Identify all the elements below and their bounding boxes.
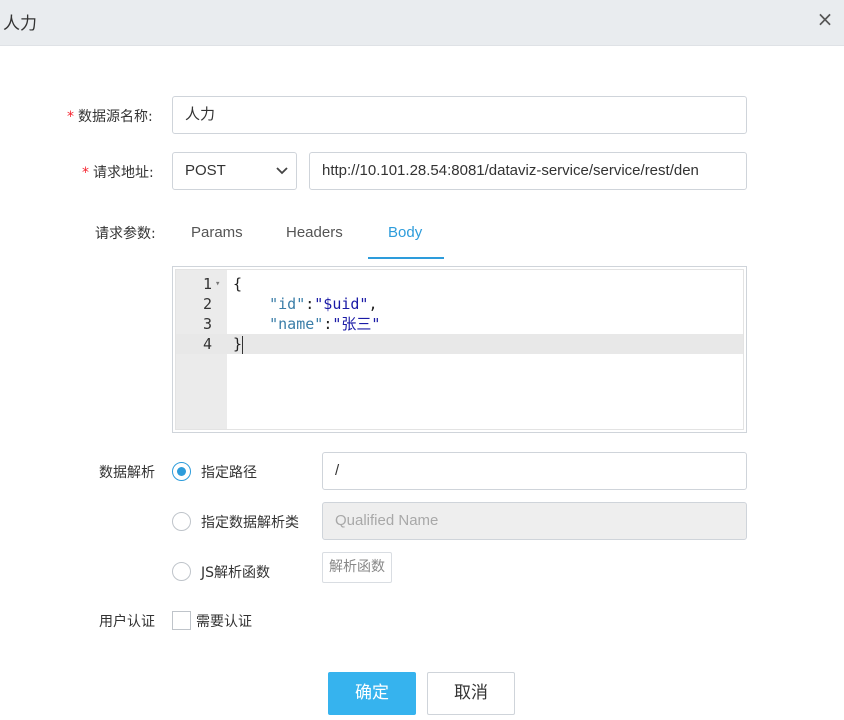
json-key: "name" [269, 315, 324, 333]
tab-params[interactable]: Params [191, 224, 243, 241]
close-icon[interactable]: × [812, 6, 838, 32]
request-url-label-text: 请求地址: [93, 165, 154, 181]
code-brace: } [233, 335, 243, 353]
required-mark: * [82, 165, 89, 181]
require-auth-label[interactable]: 需要认证 [196, 611, 252, 631]
tab-body[interactable]: Body [388, 224, 422, 241]
chevron-down-icon [276, 153, 288, 189]
path-input[interactable]: / [322, 452, 747, 490]
text-cursor [242, 335, 244, 354]
code-text: { [233, 275, 243, 293]
radio-specified-path-label[interactable]: 指定路径 [201, 462, 257, 482]
required-mark: * [67, 109, 74, 125]
parse-function-button[interactable]: 解析函数 [322, 552, 392, 583]
json-separator: : [323, 315, 333, 333]
code-line: 3 "name":"张三" [176, 314, 743, 334]
qualified-name-placeholder: Qualified Name [335, 512, 439, 529]
request-url-value: http://10.101.28.54:8081/dataviz-service… [322, 162, 699, 179]
confirm-button[interactable]: 确定 [328, 672, 416, 715]
dialog-title: 人力 [3, 14, 37, 34]
radio-parser-class[interactable] [172, 512, 191, 531]
name-label-text: 数据源名称: [78, 109, 153, 125]
parse-label: 数据解析 [99, 465, 155, 481]
request-url-input[interactable]: http://10.101.28.54:8081/dataviz-service… [309, 152, 747, 190]
fold-arrow-icon[interactable]: ▾ [215, 274, 220, 294]
line-number: 4 [202, 335, 212, 353]
cancel-button[interactable]: 取消 [427, 672, 515, 715]
method-select[interactable]: POST [172, 152, 297, 190]
line-number: 3 [202, 315, 212, 333]
require-auth-checkbox[interactable] [172, 611, 191, 630]
active-tab-indicator [368, 257, 444, 259]
params-label: 请求参数: [95, 226, 156, 242]
code-text: } [233, 334, 244, 354]
json-comma: , [368, 295, 378, 313]
line-number: 1 [202, 275, 212, 293]
name-label: * 数据源名称: [67, 106, 153, 126]
datasource-name-value: 人力 [185, 106, 216, 123]
code-line: 1 ▾ { [176, 274, 743, 294]
json-key: "id" [269, 295, 306, 313]
auth-label: 用户认证 [99, 614, 155, 630]
editor-surface[interactable]: 1 ▾ { 2 "id":"$uid", 3 "name":"张三" 4 } [175, 269, 744, 430]
code-line: 2 "id":"$uid", [176, 294, 743, 314]
json-value: "$uid" [314, 295, 369, 313]
code-line-active: 4 } [176, 334, 743, 354]
radio-specified-path[interactable] [172, 462, 191, 481]
line-number: 2 [202, 295, 212, 313]
radio-js-function-label[interactable]: JS解析函数 [201, 562, 270, 582]
datasource-name-input[interactable]: 人力 [172, 96, 747, 134]
json-value: "张三" [332, 315, 381, 333]
path-value: / [335, 462, 340, 479]
dialog-header: 人力 × [0, 0, 844, 46]
tab-headers[interactable]: Headers [286, 224, 343, 241]
radio-js-function[interactable] [172, 562, 191, 581]
code-text: "name":"张三" [233, 314, 380, 334]
json-separator: : [305, 295, 315, 313]
request-url-label: * 请求地址: [82, 162, 154, 182]
code-text: "id":"$uid", [233, 294, 378, 314]
method-value: POST [185, 162, 226, 179]
body-code-editor[interactable]: 1 ▾ { 2 "id":"$uid", 3 "name":"张三" 4 } [172, 266, 747, 433]
qualified-name-input[interactable]: Qualified Name [322, 502, 747, 540]
radio-parser-class-label[interactable]: 指定数据解析类 [201, 512, 299, 532]
